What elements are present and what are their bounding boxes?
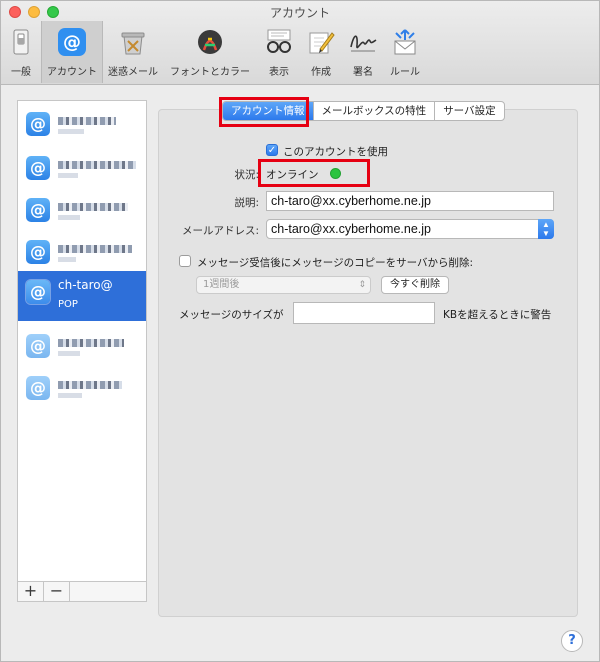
account-list-item[interactable]: @ xyxy=(18,189,146,231)
enable-account-label: このアカウントを使用 xyxy=(283,146,388,158)
account-list[interactable]: @ @ @ @ @ ch-taro@ POP @ @ xyxy=(17,100,147,582)
red-highlight-status xyxy=(258,159,370,187)
remove-now-button[interactable]: 今すぐ削除 xyxy=(381,276,449,294)
obscured-account-name xyxy=(58,203,128,211)
remove-copy-checkbox[interactable] xyxy=(179,255,191,267)
obscured-account-type xyxy=(58,351,80,356)
obscured-account-name xyxy=(58,381,122,389)
toolbar-signatures[interactable]: 署名 xyxy=(343,21,383,83)
obscured-account-type xyxy=(58,173,78,178)
compose-pencil-icon xyxy=(309,32,335,54)
toolbar-viewing[interactable]: 表示 xyxy=(259,21,299,83)
account-list-item[interactable]: @ xyxy=(18,367,146,409)
signature-icon xyxy=(350,35,377,52)
remove-copy-label: メッセージ受信後にメッセージのコピーをサーバから削除: xyxy=(197,257,474,269)
account-list-item[interactable]: @ xyxy=(18,147,146,189)
selected-account-name: ch-taro@ xyxy=(58,278,113,292)
toolbar-general-label: 一般 xyxy=(11,67,31,78)
at-sign-icon: @ xyxy=(26,376,50,400)
toolbar-viewing-label: 表示 xyxy=(269,67,289,78)
chevron-updown-icon: ⇕ xyxy=(358,280,366,290)
preferences-content: @ @ @ @ @ ch-taro@ POP @ @ + − アカウント情報 メ… xyxy=(1,86,599,661)
description-field[interactable]: ch-taro@xx.cyberhome.ne.jp xyxy=(266,191,554,211)
description-label: 説明: xyxy=(234,197,259,209)
toolbar-fonts-colors[interactable]: フォントとカラー xyxy=(163,21,257,83)
svg-text:@: @ xyxy=(63,32,81,53)
account-list-controls: + − xyxy=(17,582,147,602)
at-sign-icon: @ xyxy=(26,198,50,222)
viewing-glasses-icon xyxy=(267,29,291,53)
selected-account-type: POP xyxy=(58,299,78,310)
obscured-account-type xyxy=(58,129,84,134)
at-sign-icon: @ xyxy=(26,112,50,136)
rules-envelope-icon xyxy=(394,29,416,55)
red-highlight-tab xyxy=(219,97,309,127)
toolbar-rules[interactable]: ルール xyxy=(385,21,425,83)
toolbar-fonts-colors-label: フォントとカラー xyxy=(170,67,250,78)
tab-mailbox-behaviors[interactable]: メールボックスの特性 xyxy=(314,102,436,120)
toolbar-accounts[interactable]: @ アカウント xyxy=(41,21,103,83)
email-address-popup[interactable]: ch-taro@xx.cyberhome.ne.jp ▲ ▼ xyxy=(266,219,554,239)
help-button[interactable]: ? xyxy=(561,630,583,652)
size-warning-label: メッセージのサイズが xyxy=(179,309,284,321)
toolbar-junk[interactable]: 迷惑メール xyxy=(105,21,161,83)
obscured-account-name xyxy=(58,161,136,169)
toolbar-composing[interactable]: 作成 xyxy=(301,21,341,83)
obscured-account-name xyxy=(58,339,124,347)
status-label: 状況: xyxy=(234,169,259,181)
toolbar-signatures-label: 署名 xyxy=(353,67,373,78)
at-sign-icon: @ xyxy=(26,334,50,358)
general-switch-icon xyxy=(13,29,29,55)
titlebar: アカウント 一般 @ アカウント 迷惑メール フォントとカラー 表示 作成 署名… xyxy=(1,1,599,85)
preferences-window: アカウント 一般 @ アカウント 迷惑メール フォントとカラー 表示 作成 署名… xyxy=(0,0,600,662)
window-title: アカウント xyxy=(269,6,330,20)
account-list-item[interactable]: @ xyxy=(18,325,146,367)
add-account-button[interactable]: + xyxy=(18,582,44,601)
at-sign-icon: @ xyxy=(26,240,50,264)
enable-account-checkbox[interactable]: ✓ xyxy=(266,144,278,156)
toolbar-general[interactable]: 一般 xyxy=(3,21,39,83)
account-list-item[interactable]: @ xyxy=(18,103,146,145)
toolbar-rules-label: ルール xyxy=(390,67,420,78)
popup-arrows-icon: ▲ ▼ xyxy=(538,219,554,239)
account-list-item[interactable]: @ xyxy=(18,231,146,273)
tab-server-settings[interactable]: サーバ設定 xyxy=(435,102,503,120)
remove-after-popup[interactable]: 1週間後 ⇕ xyxy=(196,276,371,294)
at-sign-icon: @ xyxy=(26,280,50,304)
toolbar-composing-label: 作成 xyxy=(311,67,331,78)
toolbar-accounts-label: アカウント xyxy=(47,67,97,78)
obscured-account-type xyxy=(58,393,82,398)
obscured-account-name xyxy=(58,245,132,253)
size-kb-field[interactable] xyxy=(293,302,435,324)
remove-after-value: 1週間後 xyxy=(203,279,240,290)
obscured-account-name xyxy=(58,117,116,125)
size-warning-suffix: KBを超えるときに警告 xyxy=(443,309,552,321)
email-label: メールアドレス: xyxy=(181,225,259,237)
junk-mail-icon xyxy=(121,32,145,55)
toolbar-junk-label: 迷惑メール xyxy=(108,67,158,78)
font-color-icon xyxy=(198,30,222,54)
at-sign-icon: @ xyxy=(58,28,86,56)
email-address-value: ch-taro@xx.cyberhome.ne.jp xyxy=(271,222,431,236)
account-list-item-selected[interactable]: @ ch-taro@ POP xyxy=(18,271,146,321)
obscured-account-type xyxy=(58,257,76,262)
obscured-account-type xyxy=(58,215,80,220)
at-sign-icon: @ xyxy=(26,156,50,180)
remove-account-button[interactable]: − xyxy=(44,582,70,601)
